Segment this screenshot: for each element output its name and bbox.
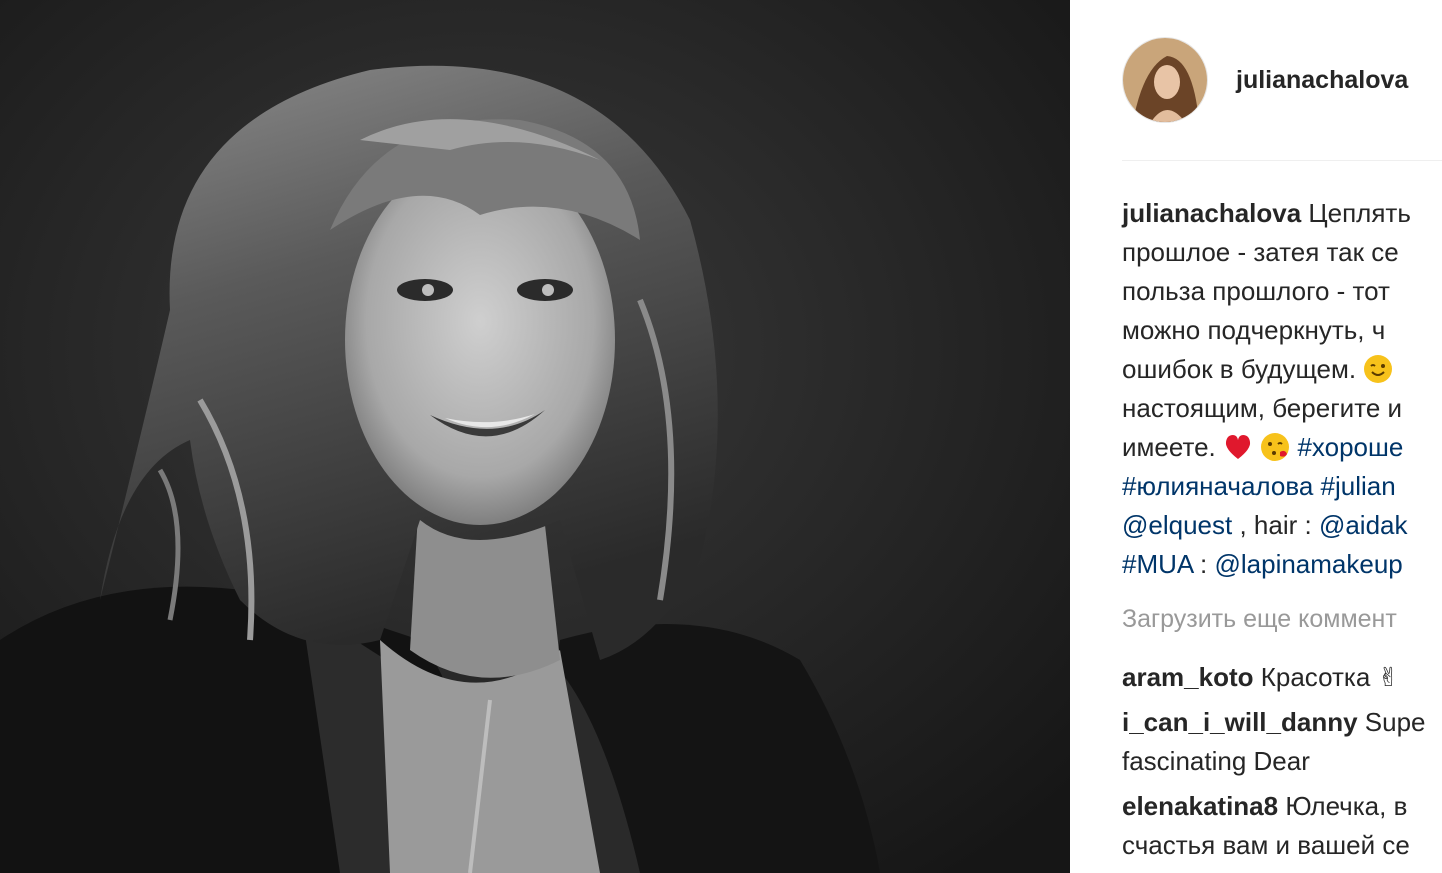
- comment: aram_koto Красотка ✌: [1122, 658, 1442, 697]
- caption-line: #MUA : @lapinamakeup: [1122, 545, 1442, 584]
- comment-text: Supe: [1357, 707, 1426, 737]
- comment-line: elenakatina8 Юлечка, в: [1122, 787, 1442, 826]
- comment: i_can_i_will_danny Supe fascinating Dear: [1122, 703, 1442, 781]
- caption-line: julianachalova Цеплять: [1122, 194, 1442, 233]
- comment-line: i_can_i_will_danny Supe: [1122, 703, 1442, 742]
- caption-line: польза прошлого - тот: [1122, 276, 1390, 306]
- hashtag-link[interactable]: #julian: [1313, 471, 1396, 501]
- comment-username[interactable]: elenakatina8: [1122, 791, 1278, 821]
- red-heart-emoji-icon: [1225, 435, 1251, 459]
- caption-text: :: [1192, 549, 1215, 579]
- post-header: julianachalova: [1122, 30, 1408, 130]
- comment-line: fascinating Dear: [1122, 746, 1310, 776]
- mention-link[interactable]: @aidak: [1319, 510, 1408, 540]
- caption-line: прошлое - затея так се: [1122, 237, 1399, 267]
- face-blowing-kiss-emoji-icon: [1261, 433, 1290, 461]
- post-side-panel: julianachalova julianachalova Цеплять пр…: [1070, 0, 1442, 873]
- post-username[interactable]: julianachalova: [1236, 66, 1408, 95]
- wink-emoji-icon: [1364, 355, 1393, 383]
- mention-link[interactable]: @elquest: [1122, 510, 1232, 540]
- caption-line: ошибок в будущем.: [1122, 350, 1442, 389]
- avatar-photo: [1123, 38, 1207, 122]
- caption-text: Цеплять: [1301, 198, 1411, 228]
- header-divider: [1122, 160, 1442, 161]
- caption-line: можно подчеркнуть, ч: [1122, 315, 1386, 345]
- instagram-post: julianachalova julianachalova Цеплять пр…: [0, 0, 1442, 873]
- hashtag-link[interactable]: #MUA: [1122, 549, 1193, 579]
- portrait-image: [0, 0, 1070, 873]
- caption-text: имеете.: [1122, 432, 1223, 462]
- avatar[interactable]: [1122, 37, 1208, 123]
- caption-author[interactable]: julianachalova: [1122, 198, 1301, 228]
- post-caption: julianachalova Цеплять прошлое - затея т…: [1122, 194, 1442, 584]
- comment-username[interactable]: i_can_i_will_danny: [1122, 707, 1358, 737]
- comment-line: счастья вам и вашей се: [1122, 830, 1410, 860]
- hashtag-link[interactable]: #хороше: [1290, 432, 1403, 462]
- comments-list: aram_koto Красотка ✌ i_can_i_will_danny …: [1122, 658, 1442, 871]
- hashtag-link[interactable]: #юлияначалова: [1122, 471, 1313, 501]
- caption-line: @elquest , hair : @aidak: [1122, 506, 1442, 545]
- post-photo[interactable]: [0, 0, 1070, 873]
- comment-line: aram_koto Красотка ✌: [1122, 658, 1442, 697]
- mention-link[interactable]: @lapinamakeup: [1214, 549, 1402, 579]
- comment-text: Красотка ✌: [1253, 662, 1400, 692]
- caption-text: ошибок в будущем.: [1122, 354, 1364, 384]
- caption-line: #юлияначалова #julian: [1122, 467, 1442, 506]
- caption-line: имеете. #хороше: [1122, 428, 1442, 467]
- comment-username[interactable]: aram_koto: [1122, 662, 1254, 692]
- comment: elenakatina8 Юлечка, в счастья вам и ваш…: [1122, 787, 1442, 865]
- load-more-comments-button[interactable]: Загрузить еще коммент: [1122, 605, 1397, 634]
- comment-text: Юлечка, в: [1278, 791, 1408, 821]
- caption-text: , hair :: [1232, 510, 1319, 540]
- caption-line: настоящим, берегите и: [1122, 393, 1403, 423]
